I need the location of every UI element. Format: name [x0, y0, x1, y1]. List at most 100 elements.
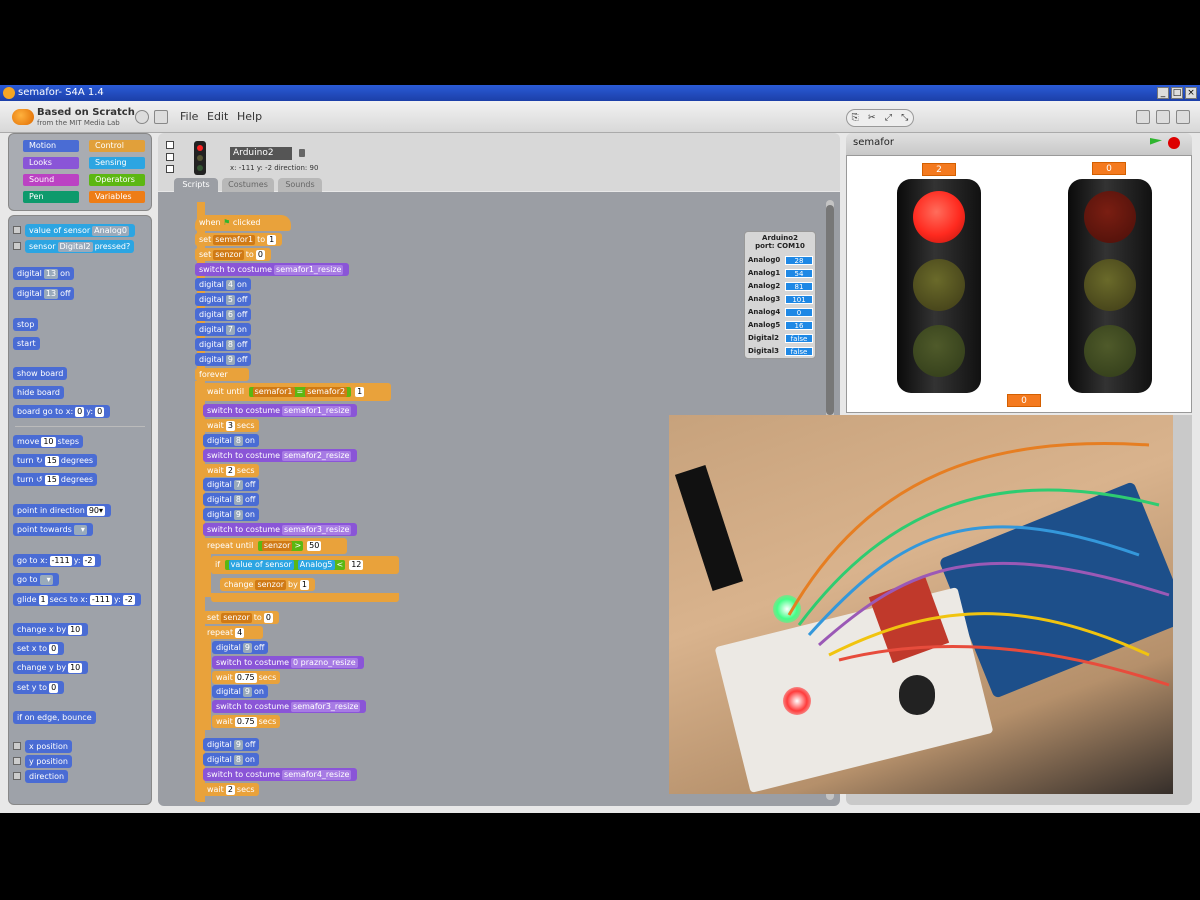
no-rotate-icon[interactable] — [166, 165, 174, 173]
block-show-board[interactable]: show board — [13, 367, 68, 380]
block-digital-off[interactable]: digital 13 off — [13, 287, 75, 300]
save-icon[interactable] — [154, 110, 168, 124]
block-switch-costume[interactable]: switch to costume semafor2_resize — [203, 449, 358, 462]
block-digital[interactable]: digital 6 off — [195, 308, 252, 321]
block-digital[interactable]: digital 9 on — [203, 508, 259, 521]
small-stage-icon[interactable] — [1136, 110, 1150, 124]
category-variables[interactable]: Variables — [89, 191, 145, 203]
block-digital[interactable]: digital 9 off — [203, 738, 260, 751]
block-wait[interactable]: wait 0.75 secs — [212, 715, 281, 728]
block-repeat-until[interactable]: repeat until senzor >50 — [203, 538, 347, 554]
category-sound[interactable]: Sound — [23, 174, 79, 186]
block-point-in-direction[interactable]: point in direction 90▾ — [13, 504, 112, 517]
block-switch-costume[interactable]: switch to costume semafor1_resize — [203, 404, 358, 417]
tab-scripts[interactable]: Scripts — [174, 178, 218, 192]
block-y-position[interactable]: y position — [25, 755, 72, 768]
tab-costumes[interactable]: Costumes — [222, 178, 274, 192]
sprite-thumbnail[interactable] — [194, 141, 206, 175]
block-when-flag-clicked[interactable]: when ⚑ clicked — [195, 215, 291, 231]
checkbox[interactable] — [13, 742, 21, 750]
block-repeat[interactable]: repeat 4 — [203, 626, 263, 639]
block-change-by[interactable]: change senzor by 1 — [220, 578, 315, 591]
block-sensor-pressed[interactable]: sensor Digital2 pressed? — [25, 240, 135, 253]
block-start[interactable]: start — [13, 337, 40, 350]
block-turn-left[interactable]: turn ↺ 15 degrees — [13, 473, 98, 486]
block-wait[interactable]: wait 2 secs — [203, 783, 259, 796]
block-if-on-edge-bounce[interactable]: if on edge, bounce — [13, 711, 96, 724]
category-control[interactable]: Control — [89, 140, 145, 152]
block-stop[interactable]: stop — [13, 318, 39, 331]
block-point-towards[interactable]: point towards ▾ — [13, 523, 93, 536]
block-digital[interactable]: digital 5 off — [195, 293, 252, 306]
block-board-go-to[interactable]: board go to x: 0 y: 0 — [13, 405, 111, 418]
block-set-y[interactable]: set y to 0 — [13, 681, 65, 694]
block-wait-until[interactable]: wait until semafor1 = semafor2 1 — [203, 383, 391, 401]
category-looks[interactable]: Looks — [23, 157, 79, 169]
block-go-to-xy[interactable]: go to x: -111 y: -2 — [13, 554, 101, 567]
block-digital[interactable]: digital 8 off — [203, 493, 260, 506]
block-hide-board[interactable]: hide board — [13, 386, 64, 399]
menu-help[interactable]: Help — [237, 110, 262, 123]
globe-icon[interactable] — [135, 110, 149, 124]
stop-button[interactable] — [1168, 137, 1180, 149]
menu-file[interactable]: File — [180, 110, 198, 123]
block-go-to[interactable]: go to ▾ — [13, 573, 59, 586]
block-x-position[interactable]: x position — [25, 740, 72, 753]
close-button[interactable]: × — [1185, 87, 1197, 99]
block-change-y[interactable]: change y by 10 — [13, 661, 89, 674]
category-motion[interactable]: Motion — [23, 140, 79, 152]
block-digital[interactable]: digital 9 on — [212, 685, 268, 698]
block-switch-costume[interactable]: switch to costume semafor3_resize — [212, 700, 367, 713]
block-direction[interactable]: direction — [25, 770, 69, 783]
block-digital[interactable]: digital 7 off — [203, 478, 260, 491]
block-digital[interactable]: digital 9 off — [212, 641, 269, 654]
category-operators[interactable]: Operators — [89, 174, 145, 186]
rotate-style-icon[interactable] — [166, 141, 174, 149]
traffic-light-right[interactable] — [1068, 179, 1152, 393]
category-pen[interactable]: Pen — [23, 191, 79, 203]
block-wait[interactable]: wait 3 secs — [203, 419, 259, 432]
block-digital[interactable]: digital 4 on — [195, 278, 251, 291]
checkbox[interactable] — [13, 757, 21, 765]
stamp-icon[interactable]: ⎘ — [852, 113, 859, 123]
block-wait[interactable]: wait 0.75 secs — [212, 671, 281, 684]
scrollbar-thumb[interactable] — [826, 205, 834, 415]
block-digital[interactable]: digital 9 off — [195, 353, 252, 366]
block-move-steps[interactable]: move 10 steps — [13, 435, 84, 448]
block-digital[interactable]: digital 8 off — [195, 338, 252, 351]
lock-icon[interactable] — [299, 149, 305, 157]
block-switch-costume[interactable]: switch to costume semafor4_resize — [203, 768, 358, 781]
checkbox[interactable] — [13, 242, 21, 250]
block-forever[interactable]: forever — [195, 368, 249, 381]
sensor-board[interactable]: Arduino2 port: COM10 Analog0 28 Analog1 … — [744, 231, 816, 359]
maximize-button[interactable]: □ — [1171, 87, 1183, 99]
block-set-senzor[interactable]: set senzor to 0 — [195, 248, 271, 261]
checkbox[interactable] — [13, 226, 21, 234]
sprite-name-field[interactable]: Arduino2 — [230, 147, 292, 160]
block-digital[interactable]: digital 8 on — [203, 753, 259, 766]
block-switch-costume[interactable]: switch to costume semafor3_resize — [203, 523, 358, 536]
block-set-senzor[interactable]: set senzor to 0 — [203, 611, 279, 624]
delete-icon[interactable]: ✂ — [868, 113, 876, 123]
block-turn-right[interactable]: turn ↻ 15 degrees — [13, 454, 98, 467]
block-wait[interactable]: wait 2 secs — [203, 464, 259, 477]
shrink-icon[interactable]: ⤡ — [901, 113, 908, 123]
block-value-of-sensor[interactable]: value of sensor Analog0 — [25, 224, 135, 237]
block-set-semafor1[interactable]: set semafor1 to 1 — [195, 233, 283, 246]
block-if[interactable]: if value of sensor Analog5 <12 — [211, 556, 399, 574]
checkbox[interactable] — [13, 772, 21, 780]
tab-sounds[interactable]: Sounds — [278, 178, 322, 192]
block-change-x[interactable]: change x by 10 — [13, 623, 89, 636]
grow-icon[interactable]: ⤢ — [885, 113, 892, 123]
block-digital[interactable]: digital 8 on — [203, 434, 259, 447]
block-glide[interactable]: glide 1 secs to x: -111 y: -2 — [13, 593, 141, 606]
presentation-mode-icon[interactable] — [1176, 110, 1190, 124]
category-sensing[interactable]: Sensing — [89, 157, 145, 169]
menu-edit[interactable]: Edit — [207, 110, 228, 123]
flip-style-icon[interactable] — [166, 153, 174, 161]
minimize-button[interactable]: _ — [1157, 87, 1169, 99]
block-digital-on[interactable]: digital 13 on — [13, 267, 75, 280]
block-switch-costume[interactable]: switch to costume semafor1_resize — [195, 263, 350, 276]
traffic-light-left[interactable] — [897, 179, 981, 393]
block-set-x[interactable]: set x to 0 — [13, 642, 65, 655]
